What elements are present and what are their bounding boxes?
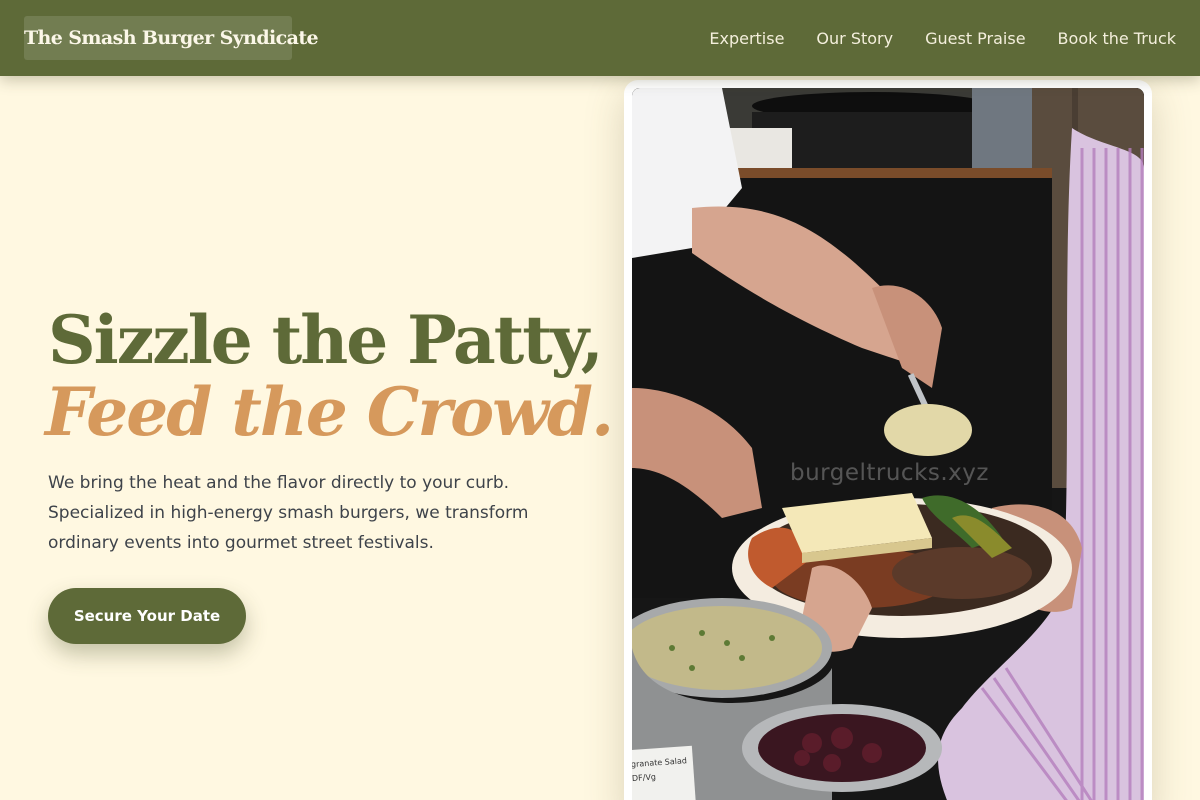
top-navbar: The Smash Burger Syndicate Expertise Our… [0, 0, 1200, 76]
food-sign-label: granate Salad DF/Vg [632, 745, 697, 800]
nav-link-our-story[interactable]: Our Story [816, 29, 893, 48]
nav-link-guest-praise[interactable]: Guest Praise [925, 29, 1025, 48]
photo-watermark: burgeltrucks.xyz [790, 460, 989, 486]
nav-link-book-the-truck[interactable]: Book the Truck [1058, 29, 1176, 48]
nav-link-expertise[interactable]: Expertise [709, 29, 784, 48]
food-sign-subtext: DF/Vg [632, 772, 657, 784]
main-nav: Expertise Our Story Guest Praise Book th… [709, 0, 1176, 76]
hero-title-line-1: Sizzle the Patty, [48, 301, 604, 379]
brand-logo[interactable]: The Smash Burger Syndicate [24, 16, 319, 60]
secure-date-button[interactable]: Secure Your Date [48, 588, 246, 644]
hero-title-line-2: Feed the Crowd. [45, 373, 614, 451]
food-serving-illustration [632, 88, 1144, 800]
hero-photo-card: burgeltrucks.xyz granate Salad DF/Vg [624, 80, 1152, 800]
hero-title: Sizzle the Patty, Feed the Crowd. [45, 301, 614, 451]
hero-photo: burgeltrucks.xyz granate Salad DF/Vg [632, 88, 1144, 800]
hero-description: We bring the heat and the flavor directl… [48, 473, 529, 553]
